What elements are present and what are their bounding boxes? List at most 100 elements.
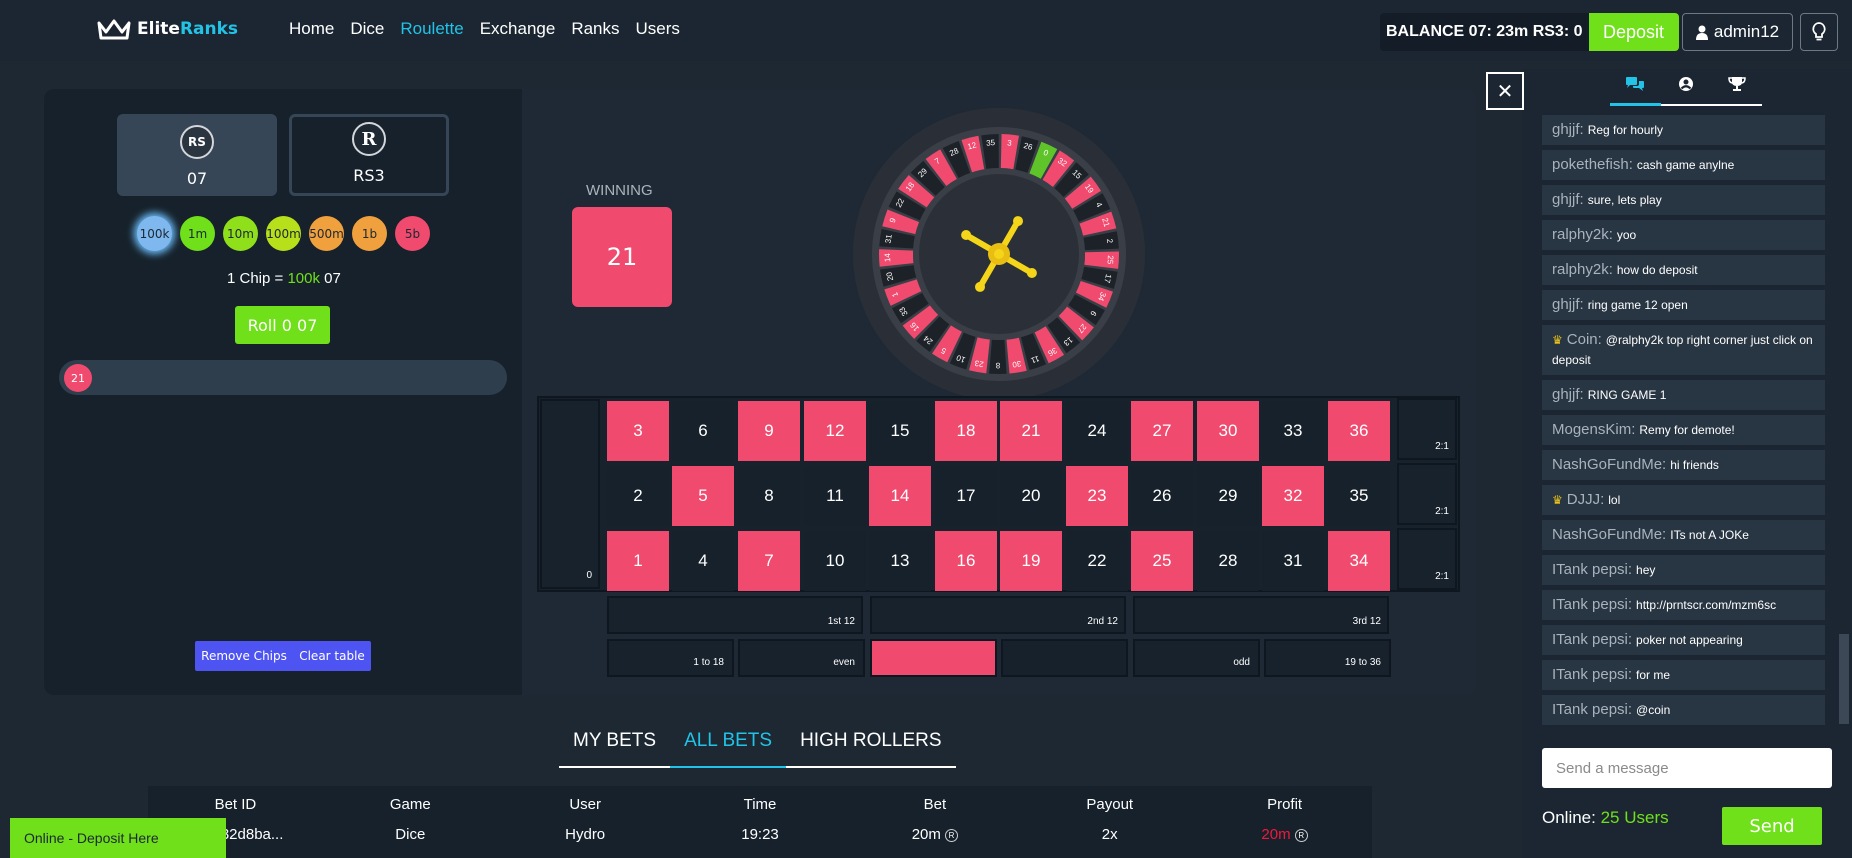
chat-username[interactable]: ITank pepsi:	[1552, 701, 1632, 718]
clear-table-button[interactable]: Clear table	[299, 649, 365, 663]
chat-username[interactable]: ITank pepsi:	[1552, 561, 1632, 578]
board-number-34[interactable]: 34	[1328, 531, 1390, 591]
chip-100m[interactable]: 100m	[266, 216, 301, 251]
column-bet-3[interactable]: 2:1	[1397, 528, 1457, 590]
currency-07-tab[interactable]: RS 07	[117, 114, 277, 196]
low-bet[interactable]: 1 to 18	[607, 639, 734, 677]
board-number-7[interactable]: 7	[738, 531, 800, 591]
board-number-4[interactable]: 4	[672, 531, 734, 591]
board-number-1[interactable]: 1	[607, 531, 669, 591]
board-number-2[interactable]: 2	[607, 466, 669, 526]
board-number-14[interactable]: 14	[869, 466, 931, 526]
chip-1b[interactable]: 1b	[352, 216, 387, 251]
column-bet-1[interactable]: 2:1	[1397, 398, 1457, 460]
dozen-bet-2[interactable]: 2nd 12	[870, 596, 1126, 634]
site-logo[interactable]: Elite Ranks	[97, 18, 238, 40]
tab-chat[interactable]	[1610, 72, 1661, 106]
black-bet[interactable]	[1001, 639, 1128, 677]
chip-500m[interactable]: 500m	[309, 216, 344, 251]
high-bet[interactable]: 19 to 36	[1264, 639, 1391, 677]
board-number-5[interactable]: 5	[672, 466, 734, 526]
tab-my-bets[interactable]: MY BETS	[559, 718, 671, 768]
board-number-31[interactable]: 31	[1262, 531, 1324, 591]
tab-all-bets[interactable]: ALL BETS	[670, 718, 787, 768]
board-number-9[interactable]: 9	[738, 401, 800, 461]
dozen-bet-1[interactable]: 1st 12	[607, 596, 863, 634]
chat-username[interactable]: ITank pepsi:	[1552, 666, 1632, 683]
board-zero[interactable]: 0	[540, 399, 600, 589]
chat-username[interactable]: ghjjf:	[1552, 296, 1584, 313]
roll-button[interactable]: Roll 0 07	[235, 306, 330, 344]
board-number-23[interactable]: 23	[1066, 466, 1128, 526]
board-number-8[interactable]: 8	[738, 466, 800, 526]
nav-dice[interactable]: Dice	[350, 19, 384, 39]
board-number-11[interactable]: 11	[804, 466, 866, 526]
currency-rs3-tab[interactable]: R RS3	[289, 114, 449, 196]
lightbulb-button[interactable]	[1800, 13, 1838, 51]
chat-username[interactable]: ghjjf:	[1552, 121, 1584, 138]
online-deposit-banner[interactable]: Online - Deposit Here	[10, 818, 226, 858]
board-number-24[interactable]: 24	[1066, 401, 1128, 461]
board-number-29[interactable]: 29	[1197, 466, 1259, 526]
board-number-3[interactable]: 3	[607, 401, 669, 461]
board-number-21[interactable]: 21	[1000, 401, 1062, 461]
chip-1m[interactable]: 1m	[180, 216, 215, 251]
chat-username[interactable]: ralphy2k:	[1552, 261, 1613, 278]
tab-leaderboard[interactable]	[1711, 72, 1762, 104]
dozen-bet-3[interactable]: 3rd 12	[1133, 596, 1389, 634]
nav-users[interactable]: Users	[636, 19, 680, 39]
chat-username[interactable]: DJJJ:	[1567, 491, 1605, 508]
board-number-35[interactable]: 35	[1328, 466, 1390, 526]
chip-10m[interactable]: 10m	[223, 216, 258, 251]
chat-username[interactable]: ghjjf:	[1552, 386, 1584, 403]
board-number-18[interactable]: 18	[935, 401, 997, 461]
board-number-33[interactable]: 33	[1262, 401, 1324, 461]
board-number-30[interactable]: 30	[1197, 401, 1259, 461]
board-number-10[interactable]: 10	[804, 531, 866, 591]
tab-profile[interactable]	[1661, 72, 1712, 104]
send-button[interactable]: Send	[1722, 807, 1822, 845]
chip-5b[interactable]: 5b	[395, 216, 430, 251]
board-number-20[interactable]: 20	[1000, 466, 1062, 526]
user-menu-button[interactable]: admin12	[1682, 13, 1793, 51]
chat-username[interactable]: ITank pepsi:	[1552, 596, 1632, 613]
chat-username[interactable]: ghjjf:	[1552, 191, 1584, 208]
board-number-26[interactable]: 26	[1131, 466, 1193, 526]
board-number-22[interactable]: 22	[1066, 531, 1128, 591]
remove-chips-button[interactable]: Remove Chips	[201, 649, 287, 663]
nav-ranks[interactable]: Ranks	[571, 19, 619, 39]
board-number-32[interactable]: 32	[1262, 466, 1324, 526]
bet-user[interactable]: Hydro	[498, 826, 673, 843]
chat-username[interactable]: ITank pepsi:	[1552, 631, 1632, 648]
red-bet[interactable]	[870, 639, 997, 677]
board-number-16[interactable]: 16	[935, 531, 997, 591]
board-number-17[interactable]: 17	[935, 466, 997, 526]
odd-bet[interactable]: odd	[1133, 639, 1260, 677]
deposit-button[interactable]: Deposit	[1588, 13, 1679, 51]
chat-scrollbar[interactable]	[1839, 634, 1849, 724]
chat-username[interactable]: Coin:	[1567, 331, 1602, 348]
tab-high-rollers[interactable]: HIGH ROLLERS	[786, 718, 956, 768]
chat-message-input[interactable]	[1542, 748, 1832, 788]
board-number-15[interactable]: 15	[869, 401, 931, 461]
board-number-25[interactable]: 25	[1131, 531, 1193, 591]
board-number-28[interactable]: 28	[1197, 531, 1259, 591]
chip-100k[interactable]: 100k	[137, 216, 172, 251]
even-bet[interactable]: even	[738, 639, 865, 677]
nav-exchange[interactable]: Exchange	[480, 19, 556, 39]
board-number-27[interactable]: 27	[1131, 401, 1193, 461]
board-number-19[interactable]: 19	[1000, 531, 1062, 591]
chat-username[interactable]: NashGoFundMe:	[1552, 526, 1666, 543]
nav-roulette[interactable]: Roulette	[400, 19, 463, 39]
board-number-36[interactable]: 36	[1328, 401, 1390, 461]
chat-username[interactable]: MogensKim:	[1552, 421, 1635, 438]
board-number-12[interactable]: 12	[804, 401, 866, 461]
column-bet-2[interactable]: 2:1	[1397, 463, 1457, 525]
nav-home[interactable]: Home	[289, 19, 334, 39]
board-number-13[interactable]: 13	[869, 531, 931, 591]
chat-username[interactable]: NashGoFundMe:	[1552, 456, 1666, 473]
chat-username[interactable]: ralphy2k:	[1552, 226, 1613, 243]
chat-username[interactable]: pokethefish:	[1552, 156, 1633, 173]
board-number-6[interactable]: 6	[672, 401, 734, 461]
close-chat-button[interactable]: ✕	[1486, 72, 1524, 110]
